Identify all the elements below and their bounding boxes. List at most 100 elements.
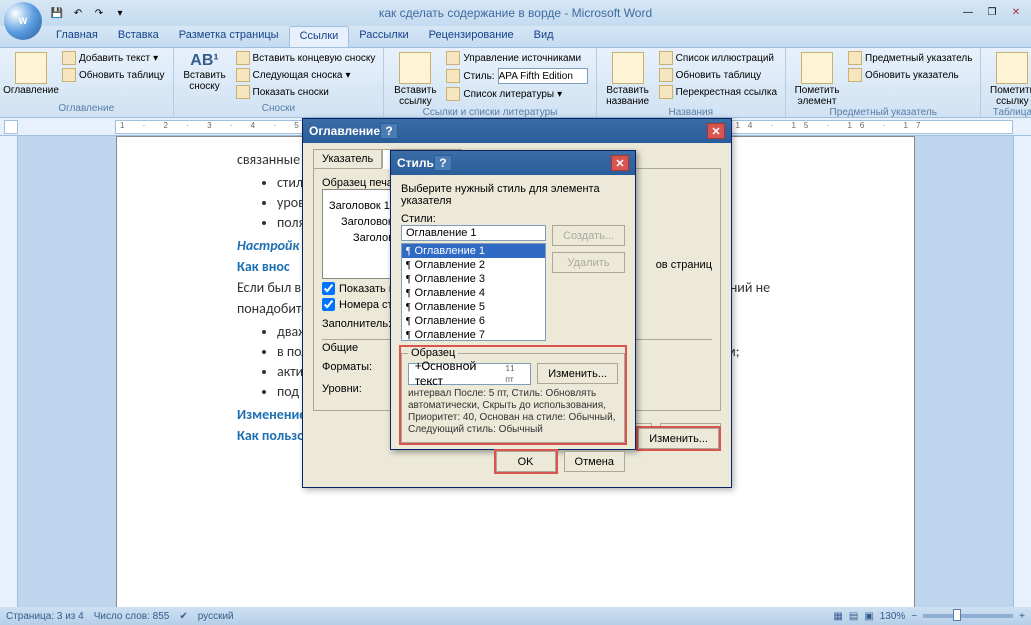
dialog-toc-titlebar[interactable]: Оглавление ? ✕ <box>303 119 731 143</box>
update-index-button[interactable]: Обновить указатель <box>846 67 974 83</box>
show-footnotes-button[interactable]: Показать сноски <box>234 84 378 100</box>
delete-style-button: Удалить <box>552 252 625 273</box>
citation-icon <box>399 52 431 84</box>
scrollbar-vertical[interactable] <box>1013 136 1031 607</box>
ribbon: Оглавление Добавить текст ▾ Обновить таб… <box>0 48 1031 118</box>
save-icon[interactable]: 💾 <box>48 4 66 22</box>
show-icon <box>236 85 250 99</box>
style-description: интервал После: 5 пт, Стиль: Обновлять а… <box>408 388 618 436</box>
style-ok-button[interactable]: OK <box>496 451 556 472</box>
office-orb[interactable]: W <box>4 2 42 40</box>
qat-dropdown-icon[interactable]: ▾ <box>111 4 129 22</box>
zoom-level[interactable]: 130% <box>880 611 906 622</box>
mark-icon <box>801 52 833 84</box>
tab-insert[interactable]: Вставка <box>108 26 169 47</box>
mark-citation-button[interactable]: Пометить ссылку <box>987 50 1031 107</box>
cross-reference-button[interactable]: Перекрестная ссылка <box>657 84 779 100</box>
style-list-item[interactable]: ¶Оглавление 3 <box>402 272 545 286</box>
citation-style-select[interactable] <box>498 68 588 84</box>
ruler-corner-icon <box>4 120 18 134</box>
show-page-numbers-checkbox[interactable] <box>322 282 335 295</box>
redo-icon[interactable]: ↷ <box>90 4 108 22</box>
insert-caption-button[interactable]: Вставить название <box>603 50 653 107</box>
tab-home[interactable]: Главная <box>46 26 108 47</box>
ribbon-group-index: Пометить элемент Предметный указатель Об… <box>786 48 981 117</box>
tab-mailings[interactable]: Рассылки <box>349 26 418 47</box>
zoom-thumb[interactable] <box>953 609 961 621</box>
bibliography-button[interactable]: Список литературы ▾ <box>444 86 589 102</box>
close-icon[interactable]: ✕ <box>611 155 629 171</box>
dialog-toc-title: Оглавление <box>309 124 380 138</box>
next-footnote-button[interactable]: Следующая сноска ▾ <box>234 67 378 83</box>
add-text-button[interactable]: Добавить текст ▾ <box>60 50 167 66</box>
list-figures-button[interactable]: Список иллюстраций <box>657 50 779 66</box>
insert-citation-button[interactable]: Вставить ссылку <box>390 50 440 107</box>
tab-references[interactable]: Ссылки <box>289 26 350 47</box>
style-list-item[interactable]: ¶Оглавление 2 <box>402 258 545 272</box>
style-list-item[interactable]: ¶Оглавление 4 <box>402 286 545 300</box>
modify-style-button[interactable]: Изменить... <box>537 363 618 384</box>
right-align-numbers-checkbox[interactable] <box>322 298 335 311</box>
zoom-out-button[interactable]: − <box>911 611 917 622</box>
view-print-icon[interactable]: ▦ <box>833 611 842 622</box>
zoom-in-button[interactable]: + <box>1019 611 1025 622</box>
status-page[interactable]: Страница: 3 из 4 <box>6 611 84 622</box>
close-icon[interactable]: ✕ <box>707 123 725 139</box>
leader-label: Заполнитель: <box>322 318 397 330</box>
next-footnote-icon <box>236 68 250 82</box>
citation-style-row: Стиль: <box>444 67 589 85</box>
ribbon-group-toc: Оглавление Добавить текст ▾ Обновить таб… <box>0 48 174 117</box>
tab-page-layout[interactable]: Разметка страницы <box>169 26 289 47</box>
update-toc-button[interactable]: Обновить таблицу <box>60 67 167 83</box>
style-list-item[interactable]: ¶Оглавление 7 <box>402 328 545 341</box>
toc-button[interactable]: Оглавление <box>6 50 56 96</box>
ribbon-group-citations: Вставить ссылку Управление источниками С… <box>384 48 596 117</box>
insert-footnote-button[interactable]: AB¹ Вставить сноску <box>180 50 230 92</box>
proofing-icon[interactable]: ✔ <box>179 611 187 622</box>
dlg-tab-index[interactable]: Указатель <box>313 149 382 169</box>
close-button[interactable]: ✕ <box>1005 4 1027 20</box>
style-list-item[interactable]: ¶Оглавление 1 <box>402 244 545 258</box>
status-language[interactable]: русский <box>198 611 234 622</box>
dialog-style-titlebar[interactable]: Стиль ? ✕ <box>391 151 635 175</box>
levels-label: Уровни: <box>322 383 397 395</box>
create-style-button: Создать... <box>552 225 625 246</box>
style-current-input[interactable]: Оглавление 1 <box>401 225 546 241</box>
zoom-slider[interactable] <box>923 614 1013 618</box>
view-read-icon[interactable]: ▤ <box>849 611 858 622</box>
style-list[interactable]: ¶Оглавление 1 ¶Оглавление 2 ¶Оглавление … <box>401 243 546 341</box>
style-cancel-button[interactable]: Отмена <box>564 451 625 472</box>
tab-review[interactable]: Рецензирование <box>419 26 524 47</box>
style-list-item[interactable]: ¶Оглавление 5 <box>402 300 545 314</box>
crossref-icon <box>659 85 673 99</box>
ribbon-group-captions: Вставить название Список иллюстраций Обн… <box>597 48 786 117</box>
update-captions-button[interactable]: Обновить таблицу <box>657 67 779 83</box>
ruler-vertical[interactable] <box>0 136 18 607</box>
mark-entry-button[interactable]: Пометить элемент <box>792 50 842 107</box>
toc-icon <box>15 52 47 84</box>
figures-icon <box>659 51 673 65</box>
style-list-item[interactable]: ¶Оглавление 6 <box>402 314 545 328</box>
styles-label: Стили: <box>401 213 625 225</box>
update3-icon <box>848 68 862 82</box>
dialog-style-title: Стиль <box>397 156 434 170</box>
ab-icon: AB¹ <box>190 52 218 70</box>
manage-sources-button[interactable]: Управление источниками <box>444 50 589 66</box>
maximize-button[interactable]: ❐ <box>981 4 1003 20</box>
mark-cite-icon <box>996 52 1028 84</box>
style-icon <box>446 69 460 83</box>
dialog-style: Стиль ? ✕ Выберите нужный стиль для элем… <box>390 150 636 450</box>
insert-index-button[interactable]: Предметный указатель <box>846 50 974 66</box>
help-button[interactable]: ? <box>380 123 398 139</box>
view-web-icon[interactable]: ▣ <box>864 611 873 622</box>
status-words[interactable]: Число слов: 855 <box>94 611 170 622</box>
undo-icon[interactable]: ↶ <box>69 4 87 22</box>
ribbon-group-footnotes: AB¹ Вставить сноску Вставить концевую сн… <box>174 48 385 117</box>
insert-endnote-button[interactable]: Вставить концевую сноску <box>234 50 378 66</box>
help-button[interactable]: ? <box>434 155 452 171</box>
minimize-button[interactable]: — <box>957 4 979 20</box>
tab-view[interactable]: Вид <box>524 26 564 47</box>
index-icon <box>848 51 862 65</box>
modify-toc-button[interactable]: Изменить... <box>638 428 719 449</box>
manage-icon <box>446 51 460 65</box>
